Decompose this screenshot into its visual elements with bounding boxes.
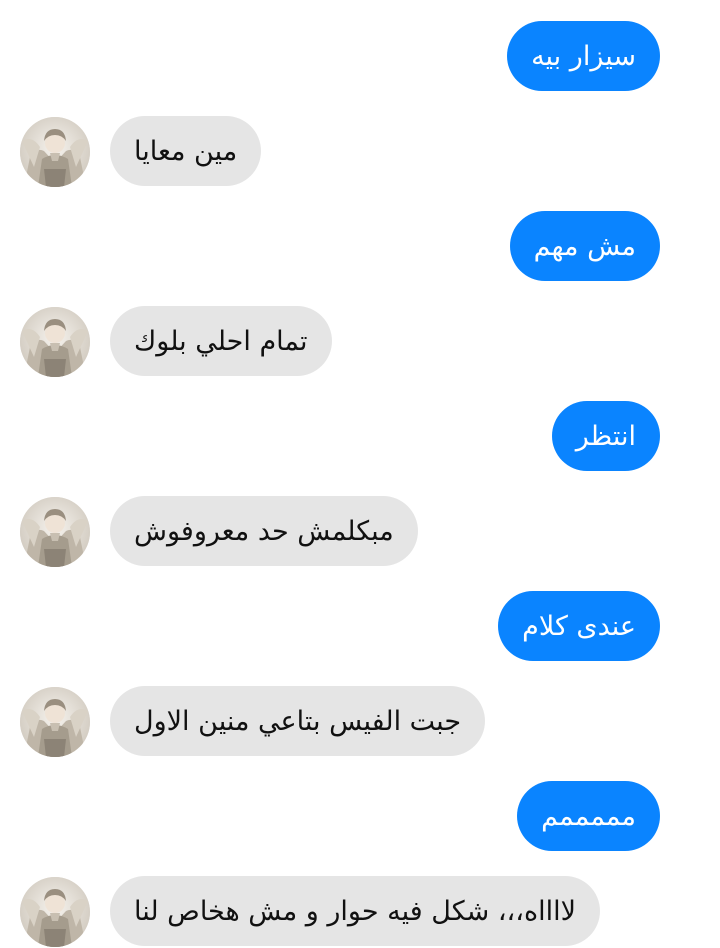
chat-thread[interactable]: سيزار بيه مين معايا مش مهم تمام احلي بلو… — [0, 0, 720, 947]
message-row-outgoing: عندى كلام — [0, 591, 720, 663]
contact-avatar[interactable] — [20, 117, 90, 187]
contact-avatar[interactable] — [20, 687, 90, 757]
contact-avatar[interactable] — [20, 497, 90, 567]
message-bubble-outgoing[interactable]: سيزار بيه — [507, 21, 660, 91]
message-bubble-incoming[interactable]: تمام احلي بلوك — [110, 306, 332, 376]
message-row-incoming: مبكلمش حد معروفوش — [0, 496, 720, 568]
message-bubble-incoming[interactable]: مين معايا — [110, 116, 262, 186]
contact-avatar[interactable] — [20, 877, 90, 947]
message-row-outgoing: مممممم — [0, 781, 720, 853]
message-row-outgoing: سيزار بيه — [0, 21, 720, 93]
message-bubble-incoming[interactable]: جبت الفيس بتاعي منين الاول — [110, 686, 486, 756]
message-row-incoming: تمام احلي بلوك — [0, 306, 720, 378]
message-bubble-incoming[interactable]: لااااه،،، شكل فيه حوار و مش هخاص لنا — [110, 876, 601, 946]
message-row-outgoing: انتظر — [0, 401, 720, 473]
message-row-incoming: مين معايا — [0, 116, 720, 188]
message-row-incoming: لااااه،،، شكل فيه حوار و مش هخاص لنا — [0, 876, 720, 948]
message-row-incoming: جبت الفيس بتاعي منين الاول — [0, 686, 720, 758]
message-bubble-outgoing[interactable]: مممممم — [517, 781, 660, 851]
message-bubble-outgoing[interactable]: انتظر — [551, 401, 660, 471]
message-row-outgoing: مش مهم — [0, 211, 720, 283]
message-bubble-incoming[interactable]: مبكلمش حد معروفوش — [110, 496, 418, 566]
message-bubble-outgoing[interactable]: مش مهم — [509, 211, 660, 281]
contact-avatar[interactable] — [20, 307, 90, 377]
message-bubble-outgoing[interactable]: عندى كلام — [498, 591, 660, 661]
